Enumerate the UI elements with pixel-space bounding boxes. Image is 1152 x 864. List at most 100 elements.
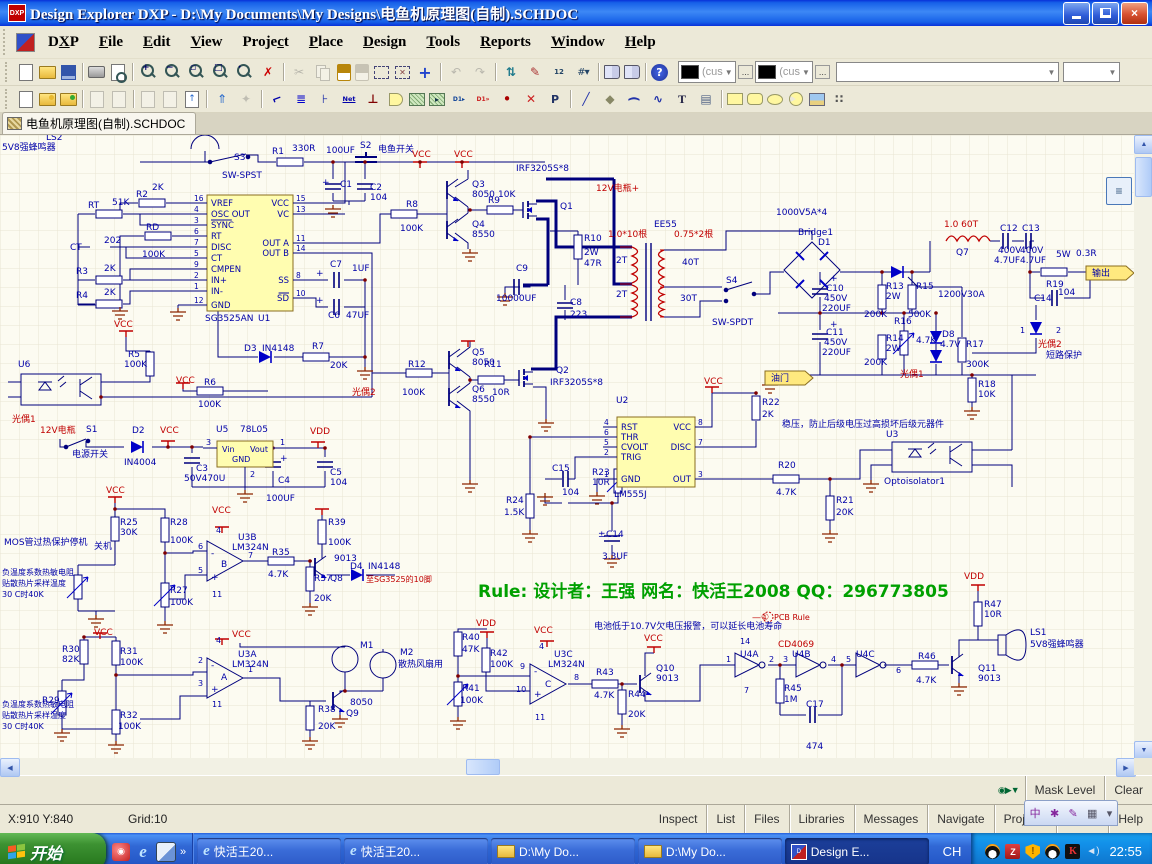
panel-button-messages[interactable]: Messages xyxy=(855,805,928,833)
draw-pie-icon[interactable] xyxy=(789,92,803,106)
undo-icon[interactable]: ↶ xyxy=(445,61,467,83)
menu-item-place[interactable]: Place xyxy=(299,31,353,53)
ime-keyboard-icon[interactable]: ▦ xyxy=(1087,807,1097,820)
vertical-scrollbar[interactable]: ▲ ▼ xyxy=(1134,135,1152,758)
place-image-icon[interactable] xyxy=(809,93,825,106)
ime-mode-icon[interactable]: ✱ xyxy=(1050,807,1059,820)
menu-item-reports[interactable]: Reports xyxy=(470,31,541,53)
menu-item-file[interactable]: File xyxy=(89,31,133,53)
panel-button-files[interactable]: Files xyxy=(745,805,788,833)
scroll-left-icon[interactable]: ◀ xyxy=(0,758,20,777)
place-bus-entry-icon[interactable]: ⊦ xyxy=(314,88,336,110)
menu-item-dxp[interactable]: DXP xyxy=(38,31,89,53)
place-text-frame-icon[interactable]: ▤ xyxy=(695,88,717,110)
downloader-icon[interactable]: Z xyxy=(1005,844,1020,859)
horizontal-scroll-thumb[interactable] xyxy=(466,759,500,775)
ime-menu-icon[interactable]: ▾ xyxy=(1107,807,1113,820)
draw-round-rectangle-icon[interactable] xyxy=(747,93,763,105)
color-more-1[interactable]: ... xyxy=(738,65,754,79)
previous-document-icon[interactable] xyxy=(141,91,155,108)
title-bar[interactable]: DXP Design Explorer DXP - D:\My Document… xyxy=(0,0,1152,26)
taskbar-task[interactable]: D:\My Do... xyxy=(491,838,635,864)
smart-grid-insert-icon[interactable]: ∷ xyxy=(828,88,850,110)
draw-rectangle-icon[interactable] xyxy=(727,93,743,105)
restore-button[interactable] xyxy=(1092,2,1119,25)
zoom-out-icon[interactable]: − xyxy=(161,61,183,83)
print-preview-icon[interactable] xyxy=(111,64,125,81)
volume-icon[interactable]: ◄) xyxy=(1085,844,1100,859)
schematic-canvas[interactable]: 16VREF4OSC OUT3SYNC6RT7DISC5CT9CMPEN2IN+… xyxy=(0,135,1134,758)
place-power-port-icon[interactable]: ⊥ xyxy=(362,88,384,110)
panel-button-list[interactable]: List xyxy=(707,805,744,833)
minimize-button[interactable] xyxy=(1063,2,1090,25)
menu-item-view[interactable]: View xyxy=(181,31,233,53)
taskbar-task[interactable]: e快活王20... xyxy=(197,838,341,864)
menu-item-help[interactable]: Help xyxy=(615,31,666,53)
place-sheet-entry-icon[interactable]: ▸ xyxy=(429,93,445,106)
place-no-erc-icon[interactable]: ✕ xyxy=(520,88,542,110)
panel-button-navigate[interactable]: Navigate xyxy=(928,805,993,833)
build-tools-icon[interactable]: ✦ xyxy=(235,88,257,110)
draw-arc-icon[interactable]: ( xyxy=(623,88,645,110)
print-icon[interactable] xyxy=(88,66,105,78)
panel-button-libraries[interactable]: Libraries xyxy=(790,805,854,833)
ime-language-icon[interactable]: 中 xyxy=(1030,805,1041,821)
copy-document-icon[interactable] xyxy=(90,91,104,108)
place-sheet-symbol-icon[interactable] xyxy=(409,93,425,106)
new-document-icon[interactable] xyxy=(19,64,33,81)
document-note-icon[interactable]: ≡ xyxy=(1106,177,1132,205)
menu-item-design[interactable]: Design xyxy=(353,31,416,53)
toolbar-grip[interactable] xyxy=(5,62,12,83)
qq2-icon[interactable] xyxy=(1045,844,1060,859)
menu-item-window[interactable]: Window xyxy=(541,31,615,53)
taskbar-clock[interactable]: 22:55 xyxy=(1109,844,1142,859)
zoom-area-icon[interactable]: ▫ xyxy=(185,61,207,83)
color-more-2[interactable]: ... xyxy=(815,65,831,79)
save-document-icon[interactable] xyxy=(61,65,76,80)
help-icon[interactable]: ? xyxy=(651,64,668,81)
draw-polygon-icon[interactable]: ◆ xyxy=(599,88,621,110)
open-any-document-icon[interactable] xyxy=(39,93,56,106)
edit-document-icon[interactable] xyxy=(112,91,126,108)
panel-button-inspect[interactable]: Inspect xyxy=(650,805,707,833)
place-port-icon[interactable]: D1▸ xyxy=(448,88,470,110)
place-parameter-icon[interactable]: P xyxy=(544,88,566,110)
zoom-document-icon[interactable]: □ xyxy=(209,61,231,83)
toolbar-grip[interactable] xyxy=(5,89,12,110)
language-bar[interactable]: 中✱✎▦▾ xyxy=(1024,800,1118,826)
horizontal-scrollbar[interactable]: ◀ ▶ xyxy=(0,758,1134,775)
save-all-icon[interactable] xyxy=(60,93,77,106)
cut-icon[interactable]: ✂ xyxy=(288,61,310,83)
compile-document-icon[interactable]: ↑ xyxy=(185,91,199,108)
paste-icon[interactable] xyxy=(337,64,351,81)
move-selection-icon[interactable]: + xyxy=(414,61,436,83)
place-net-label-icon[interactable]: Net xyxy=(338,88,360,110)
clear-filter-icon[interactable]: ✗ xyxy=(257,61,279,83)
menu-item-edit[interactable]: Edit xyxy=(133,31,181,53)
mask-options-icon[interactable]: ◉▶▼ xyxy=(992,785,1025,796)
draw-ellipse-icon[interactable] xyxy=(767,94,783,105)
place-bus-icon[interactable]: ≣ xyxy=(290,88,312,110)
place-junction-icon[interactable]: • xyxy=(496,88,518,110)
renumber-icon[interactable]: 12 xyxy=(548,61,570,83)
place-wire-icon[interactable]: ⌐ xyxy=(263,85,291,113)
next-document-icon[interactable] xyxy=(163,91,177,108)
security-shield-icon[interactable]: ! xyxy=(1025,844,1040,859)
color-swatch-1[interactable]: (cus▼ xyxy=(678,61,736,83)
internet-explorer-icon[interactable]: e xyxy=(134,843,152,861)
qq-icon[interactable] xyxy=(985,844,1000,859)
language-indicator[interactable]: CH xyxy=(933,833,972,864)
zoom-selection-icon[interactable]: · xyxy=(233,61,255,83)
browse-library-icon[interactable] xyxy=(604,65,620,79)
taskbar-task[interactable]: D:\My Do... xyxy=(638,838,782,864)
taskbar-task[interactable]: e快活王20... xyxy=(344,838,488,864)
sort-updown-icon[interactable]: ⇅ xyxy=(500,61,522,83)
quick-launch-overflow-icon[interactable]: » xyxy=(180,846,186,858)
grid-dropdown-icon[interactable]: #▾ xyxy=(572,61,594,83)
draw-bezier-icon[interactable]: ∿ xyxy=(647,88,669,110)
show-desktop-icon[interactable] xyxy=(156,842,176,862)
tab-schematic-document[interactable]: 电鱼机原理图(自制).SCHDOC xyxy=(2,112,196,134)
place-offsheet-icon[interactable]: D1» xyxy=(472,88,494,110)
select-area-icon[interactable] xyxy=(374,66,389,79)
wide-combo[interactable]: ▼ xyxy=(836,62,1059,82)
